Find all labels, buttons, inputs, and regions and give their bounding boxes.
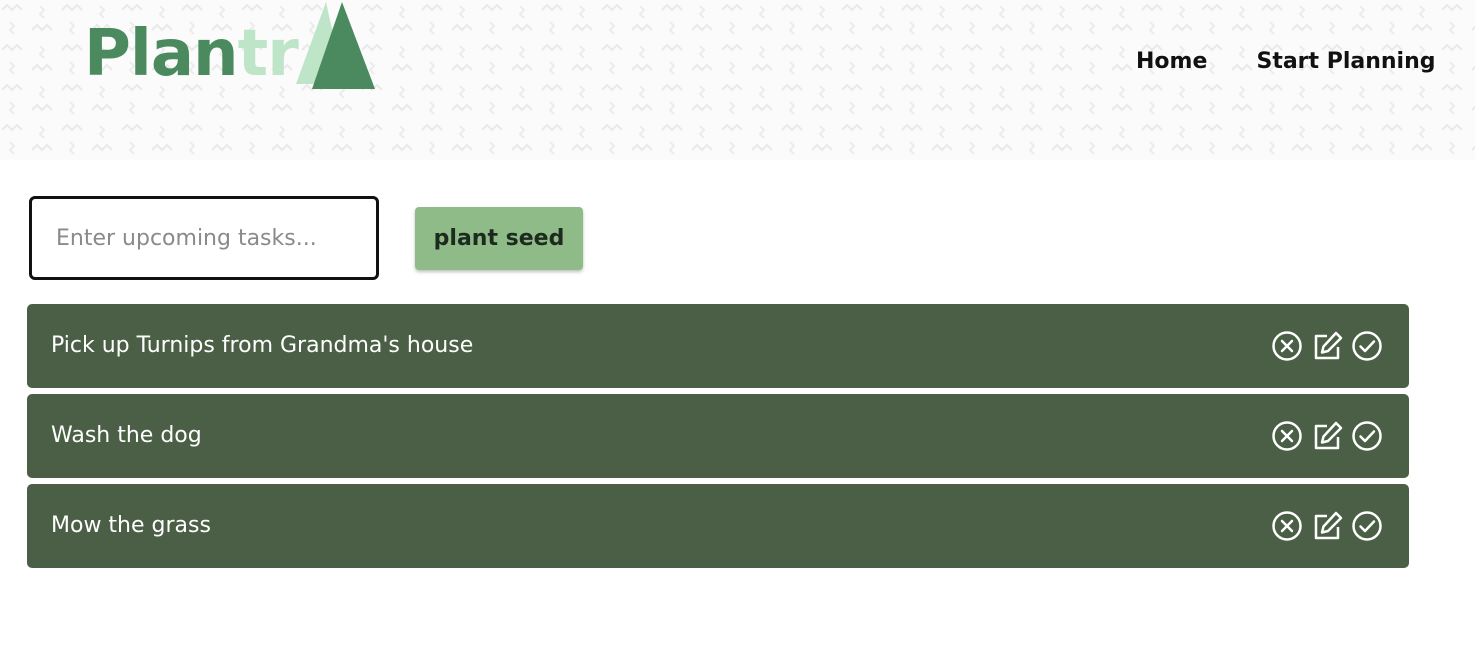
edit-icon[interactable]	[1311, 420, 1343, 452]
nav-start-planning[interactable]: Start Planning	[1256, 49, 1435, 74]
tree-logo-icon	[296, 2, 375, 89]
task-actions	[1271, 420, 1383, 452]
nav-home[interactable]: Home	[1136, 49, 1207, 74]
task-actions	[1271, 330, 1383, 362]
circle-x-icon[interactable]	[1271, 420, 1303, 452]
logo-wordmark: Plantr	[84, 17, 299, 91]
circle-x-icon[interactable]	[1271, 510, 1303, 542]
circle-check-icon[interactable]	[1351, 510, 1383, 542]
task-list: Pick up Turnips from Grandma's house Was…	[27, 304, 1409, 574]
circle-x-icon[interactable]	[1271, 330, 1303, 362]
task-label: Mow the grass	[51, 513, 211, 538]
circle-check-icon[interactable]	[1351, 330, 1383, 362]
task-item: Wash the dog	[27, 394, 1409, 478]
plant-seed-button[interactable]: plant seed	[415, 207, 583, 270]
edit-icon[interactable]	[1311, 510, 1343, 542]
task-actions	[1271, 510, 1383, 542]
site-header: Plantr Home Start Planning Pr	[0, 0, 1475, 160]
main-nav: Home Start Planning Pr	[1136, 49, 1475, 74]
task-item: Mow the grass	[27, 484, 1409, 568]
edit-icon[interactable]	[1311, 330, 1343, 362]
task-item: Pick up Turnips from Grandma's house	[27, 304, 1409, 388]
task-label: Pick up Turnips from Grandma's house	[51, 333, 474, 358]
plantr-logo[interactable]: Plantr	[84, 0, 384, 95]
task-label: Wash the dog	[51, 423, 202, 448]
task-input[interactable]	[29, 196, 379, 280]
circle-check-icon[interactable]	[1351, 420, 1383, 452]
